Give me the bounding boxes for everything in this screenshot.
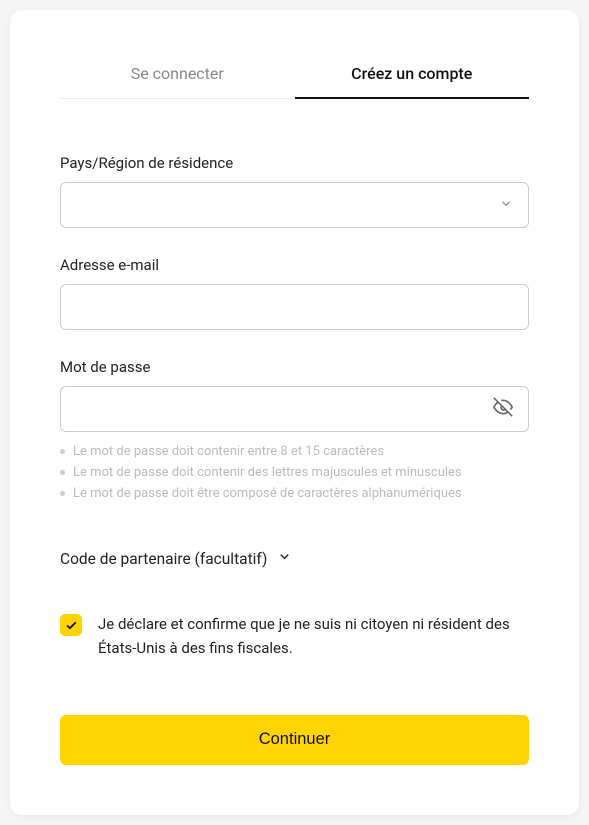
email-input[interactable]: [60, 284, 529, 330]
eye-off-icon[interactable]: [493, 397, 513, 421]
country-field-group: Pays/Région de résidence: [60, 154, 529, 228]
declaration-checkbox[interactable]: [60, 614, 82, 636]
password-label: Mot de passe: [60, 358, 529, 376]
partner-code-label: Code de partenaire (facultatif): [60, 550, 267, 568]
email-label: Adresse e-mail: [60, 256, 529, 274]
chevron-down-icon: [277, 549, 292, 568]
country-select-wrap: [60, 182, 529, 228]
tab-signup[interactable]: Créez un compte: [295, 50, 530, 99]
tab-login[interactable]: Se connecter: [60, 50, 295, 99]
country-select[interactable]: [60, 182, 529, 228]
auth-tabs: Se connecter Créez un compte: [60, 50, 529, 99]
declaration-row: Je déclare et confirme que je ne suis ni…: [60, 613, 529, 660]
continue-button[interactable]: Continuer: [60, 715, 529, 765]
password-hint: Le mot de passe doit contenir des lettre…: [60, 463, 529, 484]
declaration-text: Je déclare et confirme que je ne suis ni…: [98, 613, 529, 660]
password-field-group: Mot de passe Le mot de passe doit conten…: [60, 358, 529, 504]
password-hint: Le mot de passe doit contenir entre 8 et…: [60, 442, 529, 463]
password-hint: Le mot de passe doit être composé de car…: [60, 484, 529, 505]
password-hints: Le mot de passe doit contenir entre 8 et…: [60, 442, 529, 504]
email-field-group: Adresse e-mail: [60, 256, 529, 330]
partner-code-toggle[interactable]: Code de partenaire (facultatif): [60, 549, 529, 568]
signup-card: Se connecter Créez un compte Pays/Région…: [10, 10, 579, 815]
country-label: Pays/Région de résidence: [60, 154, 529, 172]
password-input[interactable]: [60, 386, 529, 432]
